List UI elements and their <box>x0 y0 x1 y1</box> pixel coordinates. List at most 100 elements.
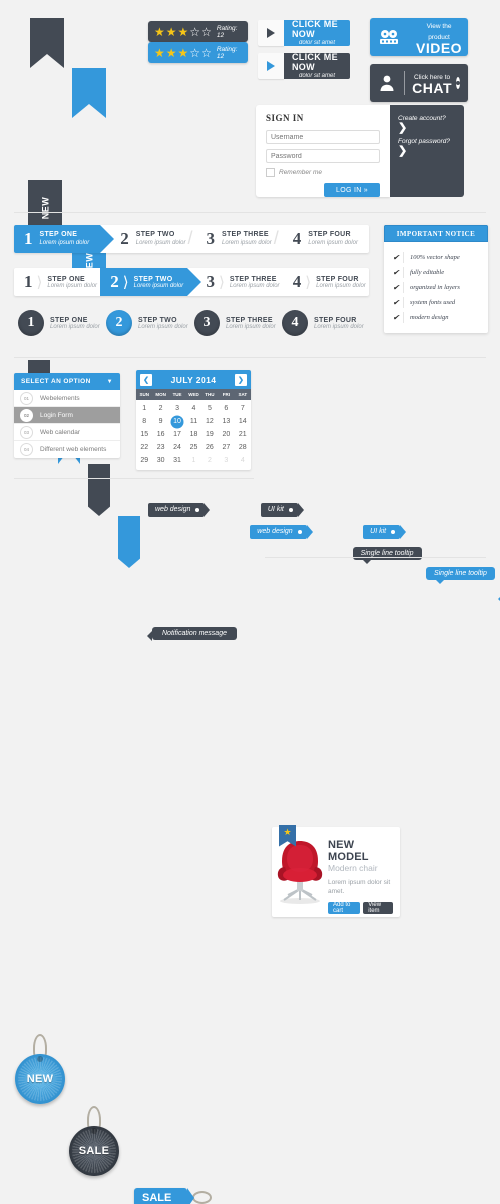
step-c-1[interactable]: 1 STEP ONE Lorem ipsum dolor <box>18 310 106 336</box>
calendar-day[interactable]: 29 <box>136 454 152 467</box>
username-input[interactable] <box>266 130 380 144</box>
step-b-4[interactable]: 4 ⟩ STEP FOUR Lorem ipsum dolor <box>283 268 369 296</box>
calendar-day[interactable]: 19 <box>202 428 218 441</box>
calendar-day[interactable]: 26 <box>202 441 218 454</box>
calendar-day[interactable]: 24 <box>169 441 185 454</box>
calendar-day[interactable]: 7 <box>235 402 251 415</box>
calendar-prev-button[interactable]: ❮ <box>140 374 152 386</box>
divider <box>403 297 404 308</box>
calendar-day[interactable]: 1 <box>185 454 201 467</box>
calendar-day[interactable]: 3 <box>169 402 185 415</box>
calendar-day[interactable]: 6 <box>218 402 234 415</box>
tag-pill-web-design-blue[interactable]: web design <box>250 525 306 539</box>
step-b-3[interactable]: 3 ⟩ STEP THREE Lorem ipsum dolor <box>187 268 283 296</box>
calendar-day[interactable]: 31 <box>169 454 185 467</box>
calendar-day[interactable]: 12 <box>202 415 218 428</box>
divider <box>403 312 404 323</box>
check-icon: ✔ <box>389 298 403 307</box>
select-an-option-dropdown[interactable]: SELECT AN OPTION ▼ 01 Webelements 02 Log… <box>14 373 120 458</box>
tag-pill-ui-kit-dark[interactable]: UI kit <box>261 503 298 517</box>
calendar-day[interactable]: 15 <box>136 428 152 441</box>
forgot-password-chevron-icon[interactable]: ❯ <box>398 146 456 157</box>
step-a-2[interactable]: 2 STEP TWO Lorem ipsum dolor / <box>100 225 196 253</box>
login-button[interactable]: LOG IN » <box>324 183 380 197</box>
select-item-webelements[interactable]: 01 Webelements <box>14 390 120 407</box>
bookmark-blue[interactable] <box>72 68 106 118</box>
rating-widget-blue[interactable]: ★ ★ ★ ☆ ☆ Rating: 12 <box>148 42 248 63</box>
click-me-now-button-dark[interactable]: CLICK ME NOW dolor sit amet <box>258 53 350 79</box>
check-icon: ✔ <box>389 253 403 262</box>
select-item-web-calendar[interactable]: 03 Web calendar <box>14 424 120 441</box>
product-actions: Add to cart View item <box>328 902 393 914</box>
calendar-day[interactable]: 22 <box>136 441 152 454</box>
view-product-video-button[interactable]: View the product VIDEO <box>370 18 468 56</box>
step-c-3[interactable]: 3 STEP THREE Lorem ipsum dolor <box>194 310 282 336</box>
calendar-day[interactable]: 3 <box>218 454 234 467</box>
small-ribbon-3[interactable] <box>88 464 110 516</box>
bookmark-dark[interactable] <box>30 18 64 68</box>
calendar-day[interactable]: 2 <box>152 402 168 415</box>
step-text: STEP THREE Lorem ipsum dolor <box>226 317 276 330</box>
calendar-day[interactable]: 8 <box>136 415 152 428</box>
small-ribbon-4[interactable] <box>118 516 140 568</box>
view-item-button[interactable]: View item <box>363 902 393 914</box>
calendar-day[interactable]: 25 <box>185 441 201 454</box>
hang-tag-sale[interactable]: SALE <box>66 1106 122 1178</box>
select-item-login-form[interactable]: 02 Login Form <box>14 407 120 424</box>
calendar-next-button[interactable]: ❯ <box>235 374 247 386</box>
calendar-day-today[interactable]: 10 <box>169 415 185 428</box>
rating-widget-dark[interactable]: ★ ★ ★ ☆ ☆ Rating: 12 <box>148 21 248 42</box>
create-account-chevron-icon[interactable]: ❯ <box>398 123 456 134</box>
step-c-4[interactable]: 4 STEP FOUR Lorem ipsum dolor <box>282 310 370 336</box>
step-a-1[interactable]: 1 STEP ONE Lorem ipsum dolor <box>14 225 100 253</box>
star-outline-icon: ☆ <box>201 26 212 38</box>
step-text: STEP ONE Lorem ipsum dolor <box>50 317 100 330</box>
step-b-1[interactable]: 1 ⟩ STEP ONE Lorem ipsum dolor <box>14 268 100 296</box>
chat-button[interactable]: Click here to CHAT <box>370 64 468 102</box>
calendar-day[interactable]: 30 <box>152 454 168 467</box>
tag-pill-web-design-dark[interactable]: web design <box>148 503 204 517</box>
calendar-day[interactable]: 14 <box>235 415 251 428</box>
calendar-day[interactable]: 2 <box>202 454 218 467</box>
calendar-day[interactable]: 23 <box>152 441 168 454</box>
step-text: STEP ONE Lorem ipsum dolor <box>47 276 97 289</box>
step-c-2[interactable]: 2 STEP TWO Lorem ipsum dolor <box>106 310 194 336</box>
calendar-day[interactable]: 9 <box>152 415 168 428</box>
tooltip-blue[interactable]: Single line tooltip <box>426 567 495 580</box>
calendar-day[interactable]: 27 <box>218 441 234 454</box>
remember-me-row[interactable]: Remember me <box>266 168 380 177</box>
calendar-day[interactable]: 28 <box>235 441 251 454</box>
calendar-day[interactable]: 11 <box>185 415 201 428</box>
calendar-day[interactable]: 1 <box>136 402 152 415</box>
section-divider <box>14 212 486 213</box>
calendar-day[interactable]: 5 <box>202 402 218 415</box>
calendar-day[interactable]: 21 <box>235 428 251 441</box>
step-subtitle: Lorem ipsum dolor <box>40 239 90 248</box>
tag-pill-ui-kit-blue[interactable]: UI kit <box>363 525 400 539</box>
select-header[interactable]: SELECT AN OPTION ▼ <box>14 373 120 390</box>
calendar-day[interactable]: 20 <box>218 428 234 441</box>
calendar-day[interactable]: 17 <box>169 428 185 441</box>
click-me-now-button-blue[interactable]: CLICK ME NOW dolor sit amet <box>258 20 350 46</box>
tooltip-dark[interactable]: Single line tooltip <box>353 547 422 560</box>
step-a-4[interactable]: 4 STEP FOUR Lorem ipsum dolor <box>283 225 369 253</box>
step-separator-icon: / <box>274 228 279 249</box>
calendar-day[interactable]: 18 <box>185 428 201 441</box>
step-subtitle: Lorem ipsum dolor <box>308 239 358 248</box>
calendar-day[interactable]: 4 <box>185 402 201 415</box>
ui-kit-canvas: NEW NEW ★ ★ ★ ☆ ☆ Rating: 12 ★ ★ ★ ☆ ☆ R… <box>0 0 500 602</box>
step-subtitle: Lorem ipsum dolor <box>222 239 272 248</box>
password-input[interactable] <box>266 149 380 163</box>
step-b-2[interactable]: 2 ⟩ STEP TWO Lorem ipsum dolor <box>100 268 186 296</box>
calendar-day[interactable]: 16 <box>152 428 168 441</box>
notification-dark[interactable]: Notification message <box>152 627 237 640</box>
remember-me-checkbox[interactable] <box>266 168 275 177</box>
calendar-day[interactable]: 13 <box>218 415 234 428</box>
calendar-day[interactable]: 4 <box>235 454 251 467</box>
add-to-cart-button[interactable]: Add to cart <box>328 902 360 914</box>
select-item-different-web-elements[interactable]: 04 Different web elements <box>14 441 120 458</box>
price-tag-sale[interactable]: SALE <box>134 1188 500 1204</box>
hang-tag-new[interactable]: NEW <box>12 1034 68 1106</box>
step-a-3[interactable]: 3 STEP THREE Lorem ipsum dolor / <box>197 225 283 253</box>
price-tag-label: SALE <box>142 1192 171 1204</box>
